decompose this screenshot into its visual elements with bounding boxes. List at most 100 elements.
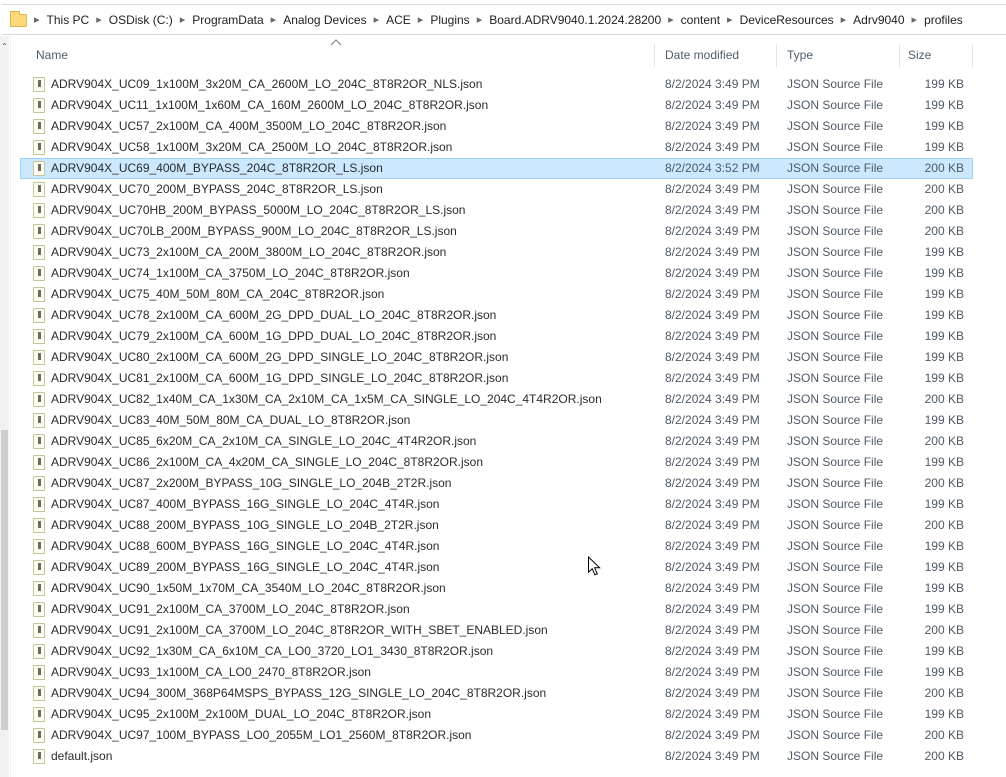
table-row[interactable]: ADRV904X_UC58_1x100M_3x20M_CA_2500M_LO_2…: [20, 137, 973, 158]
column-header-type[interactable]: Type: [777, 44, 900, 67]
table-row[interactable]: ADRV904X_UC95_2x100M_2x100M_DUAL_LO_204C…: [20, 704, 973, 725]
table-row[interactable]: ADRV904X_UC78_2x100M_CA_600M_2G_DPD_DUAL…: [20, 305, 973, 326]
json-file-icon: [33, 161, 45, 176]
file-type: JSON Source File: [777, 158, 900, 179]
file-date-modified: 8/2/2024 3:49 PM: [655, 494, 777, 515]
table-row[interactable]: ADRV904X_UC79_2x100M_CA_600M_1G_DPD_DUAL…: [20, 326, 973, 347]
file-type: JSON Source File: [777, 641, 900, 662]
left-pane-scrollbar[interactable]: ⌃: [0, 36, 9, 777]
breadcrumb-item[interactable]: This PC: [47, 13, 90, 27]
table-row[interactable]: ADRV904X_UC81_2x100M_CA_600M_1G_DPD_SING…: [20, 368, 973, 389]
column-header-date-modified[interactable]: Date modified: [655, 44, 777, 67]
file-date-modified: 8/2/2024 3:49 PM: [655, 368, 777, 389]
file-date-modified: 8/2/2024 3:49 PM: [655, 515, 777, 536]
file-size: 199 KB: [900, 452, 973, 473]
file-name: ADRV904X_UC82_1x40M_CA_1x30M_CA_2x10M_CA…: [51, 389, 602, 410]
file-date-modified: 8/2/2024 3:49 PM: [655, 452, 777, 473]
file-name: ADRV904X_UC97_100M_BYPASS_LO0_2055M_LO1_…: [51, 725, 471, 746]
file-name: ADRV904X_UC87_2x200M_BYPASS_10G_SINGLE_L…: [51, 473, 451, 494]
breadcrumb-item[interactable]: content: [681, 13, 720, 27]
file-type: JSON Source File: [777, 389, 900, 410]
breadcrumb-item[interactable]: Analog Devices: [283, 13, 366, 27]
file-date-modified: 8/2/2024 3:49 PM: [655, 683, 777, 704]
file-name: default.json: [51, 746, 112, 767]
file-date-modified: 8/2/2024 3:49 PM: [655, 200, 777, 221]
json-file-icon: [33, 602, 45, 617]
breadcrumb-item[interactable]: Adrv9040: [853, 13, 904, 27]
table-row[interactable]: ADRV904X_UC09_1x100M_3x20M_CA_2600M_LO_2…: [20, 74, 973, 95]
file-type: JSON Source File: [777, 305, 900, 326]
json-file-icon: [33, 245, 45, 260]
file-size: 199 KB: [900, 410, 973, 431]
file-type: JSON Source File: [777, 74, 900, 95]
column-header-size[interactable]: Size: [900, 44, 973, 67]
breadcrumb-item[interactable]: DeviceResources: [740, 13, 834, 27]
table-row[interactable]: ADRV904X_UC85_6x20M_CA_2x10M_CA_SINGLE_L…: [20, 431, 973, 452]
table-row[interactable]: ADRV904X_UC83_40M_50M_80M_CA_DUAL_LO_8T8…: [20, 410, 973, 431]
table-row[interactable]: ADRV904X_UC80_2x100M_CA_600M_2G_DPD_SING…: [20, 347, 973, 368]
table-row[interactable]: ADRV904X_UC70LB_200M_BYPASS_900M_LO_204C…: [20, 221, 973, 242]
json-file-icon: [33, 77, 45, 92]
table-row[interactable]: ADRV904X_UC75_40M_50M_80M_CA_204C_8T8R2O…: [20, 284, 973, 305]
table-row[interactable]: ADRV904X_UC70_200M_BYPASS_204C_8T8R2OR_L…: [20, 179, 973, 200]
breadcrumb-item[interactable]: OSDisk (C:): [109, 13, 173, 27]
file-type: JSON Source File: [777, 536, 900, 557]
breadcrumb-item[interactable]: Board.ADRV9040.1.2024.28200: [489, 13, 661, 27]
file-date-modified: 8/2/2024 3:49 PM: [655, 137, 777, 158]
table-row[interactable]: ADRV904X_UC88_200M_BYPASS_10G_SINGLE_LO_…: [20, 515, 973, 536]
breadcrumb-chevron-icon: ▸: [477, 13, 483, 26]
file-size: 199 KB: [900, 263, 973, 284]
file-name: ADRV904X_UC89_200M_BYPASS_16G_SINGLE_LO_…: [51, 557, 439, 578]
table-row[interactable]: ADRV904X_UC69_400M_BYPASS_204C_8T8R2OR_L…: [20, 158, 973, 179]
table-row[interactable]: ADRV904X_UC88_600M_BYPASS_16G_SINGLE_LO_…: [20, 536, 973, 557]
breadcrumb-item[interactable]: ProgramData: [192, 13, 263, 27]
table-row[interactable]: ADRV904X_UC57_2x100M_CA_400M_3500M_LO_20…: [20, 116, 973, 137]
json-file-icon: [33, 350, 45, 365]
file-type: JSON Source File: [777, 221, 900, 242]
table-row[interactable]: ADRV904X_UC91_2x100M_CA_3700M_LO_204C_8T…: [20, 620, 973, 641]
table-row[interactable]: ADRV904X_UC70HB_200M_BYPASS_5000M_LO_204…: [20, 200, 973, 221]
table-row[interactable]: ADRV904X_UC87_400M_BYPASS_16G_SINGLE_LO_…: [20, 494, 973, 515]
file-date-modified: 8/2/2024 3:49 PM: [655, 74, 777, 95]
table-row[interactable]: ADRV904X_UC90_1x50M_1x70M_CA_3540M_LO_20…: [20, 578, 973, 599]
file-explorer-window: ▸ This PC ▸ OSDisk (C:) ▸ ProgramData ▸ …: [0, 0, 1006, 777]
json-file-icon: [33, 203, 45, 218]
file-type: JSON Source File: [777, 326, 900, 347]
file-size: 200 KB: [900, 620, 973, 641]
file-size: 199 KB: [900, 284, 973, 305]
file-type: JSON Source File: [777, 95, 900, 116]
file-date-modified: 8/2/2024 3:49 PM: [655, 221, 777, 242]
table-row[interactable]: ADRV904X_UC86_2x100M_CA_4x20M_CA_SINGLE_…: [20, 452, 973, 473]
table-row[interactable]: ADRV904X_UC89_200M_BYPASS_16G_SINGLE_LO_…: [20, 557, 973, 578]
table-row[interactable]: ADRV904X_UC92_1x30M_CA_6x10M_CA_LO0_3720…: [20, 641, 973, 662]
table-row[interactable]: ADRV904X_UC82_1x40M_CA_1x30M_CA_2x10M_CA…: [20, 389, 973, 410]
scroll-up-arrow-icon[interactable]: ⌃: [0, 42, 9, 52]
table-row[interactable]: ADRV904X_UC91_2x100M_CA_3700M_LO_204C_8T…: [20, 599, 973, 620]
table-row[interactable]: default.json 8/2/2024 3:49 PM JSON Sourc…: [20, 746, 973, 767]
file-name: ADRV904X_UC91_2x100M_CA_3700M_LO_204C_8T…: [51, 620, 548, 641]
table-row[interactable]: ADRV904X_UC93_1x100M_CA_LO0_2470_8T8R2OR…: [20, 662, 973, 683]
breadcrumb-item[interactable]: profiles: [924, 13, 963, 27]
file-date-modified: 8/2/2024 3:49 PM: [655, 578, 777, 599]
breadcrumb-item[interactable]: Plugins: [430, 13, 469, 27]
table-row[interactable]: ADRV904X_UC73_2x100M_CA_200M_3800M_LO_20…: [20, 242, 973, 263]
file-date-modified: 8/2/2024 3:49 PM: [655, 473, 777, 494]
file-date-modified: 8/2/2024 3:49 PM: [655, 326, 777, 347]
table-row[interactable]: ADRV904X_UC97_100M_BYPASS_LO0_2055M_LO1_…: [20, 725, 973, 746]
file-name: ADRV904X_UC09_1x100M_3x20M_CA_2600M_LO_2…: [51, 74, 482, 95]
table-row[interactable]: ADRV904X_UC11_1x100M_1x60M_CA_160M_2600M…: [20, 95, 973, 116]
table-row[interactable]: ADRV904X_UC94_300M_368P64MSPS_BYPASS_12G…: [20, 683, 973, 704]
file-list: ADRV904X_UC09_1x100M_3x20M_CA_2600M_LO_2…: [20, 74, 973, 767]
json-file-icon: [33, 581, 45, 596]
file-size: 199 KB: [900, 599, 973, 620]
file-name: ADRV904X_UC91_2x100M_CA_3700M_LO_204C_8T…: [51, 599, 410, 620]
file-date-modified: 8/2/2024 3:49 PM: [655, 641, 777, 662]
table-row[interactable]: ADRV904X_UC87_2x200M_BYPASS_10G_SINGLE_L…: [20, 473, 973, 494]
json-file-icon: [33, 665, 45, 680]
table-row[interactable]: ADRV904X_UC74_1x100M_CA_3750M_LO_204C_8T…: [20, 263, 973, 284]
breadcrumb-item[interactable]: ACE: [386, 13, 411, 27]
file-name: ADRV904X_UC70HB_200M_BYPASS_5000M_LO_204…: [51, 200, 465, 221]
column-header-name[interactable]: Name: [20, 44, 655, 67]
file-type: JSON Source File: [777, 242, 900, 263]
scrollbar-thumb[interactable]: [1, 430, 8, 730]
